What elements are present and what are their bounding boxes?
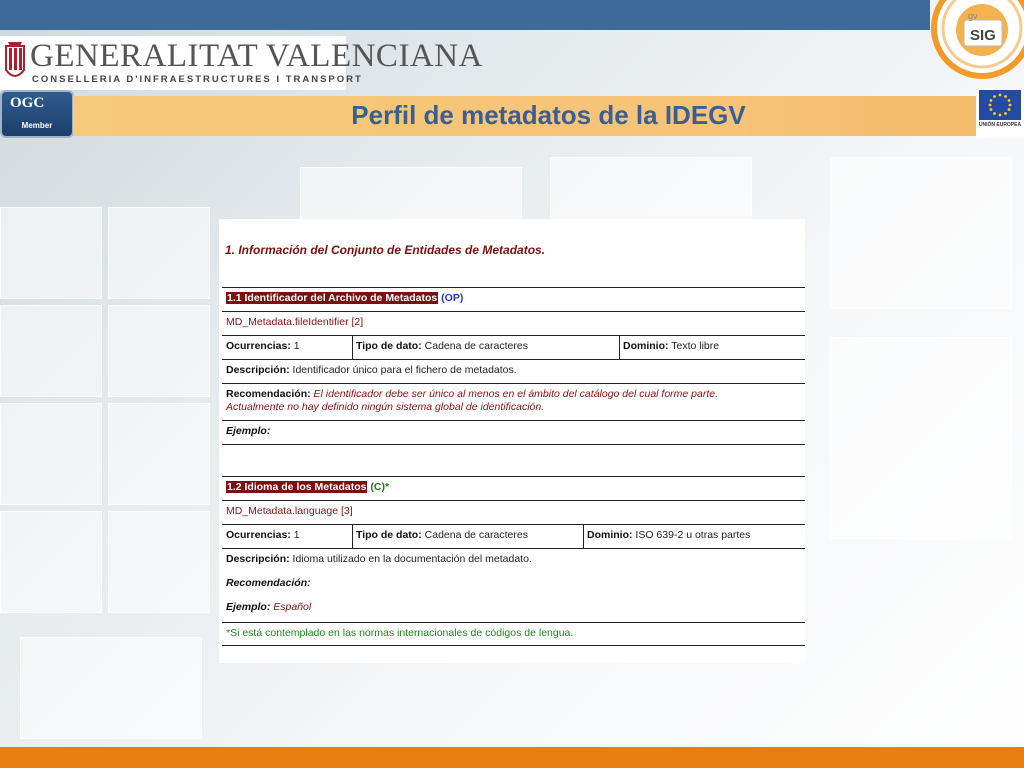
recomendacion-row: Recomendación: El identificador debe ser… [222,384,805,421]
tipo-label: Tipo de dato: [356,340,422,352]
eu-flag-icon [979,90,1021,120]
section-title-row: 1.1 Identificador del Archivo de Metadat… [222,288,805,312]
descripcion-value: Idioma utilizado en la documentación del… [292,553,532,565]
details-block: Descripción: Idioma utilizado en la docu… [222,549,805,646]
slide-title: Perfil de metadatos de la IDEGV [351,100,746,130]
ocurrencias-value: 1 [293,340,300,352]
descripcion-value: Identificador único para el fichero de m… [292,364,517,376]
gvsig-logo: gv SIG [930,0,1024,88]
eu-logo: UNIÓN EUROPEA [976,88,1024,138]
descripcion-label: Descripción: [226,553,290,565]
doc-heading: 1. Información del Conjunto de Entidades… [225,243,546,257]
metadata-path: MD_Metadata.language [3] [226,505,353,517]
metadata-path: MD_Metadata.fileIdentifier [2] [226,316,364,328]
properties-row: Ocurrencias: 1 Tipo de dato: Cadena de c… [222,525,805,549]
conselleria-subtitle: CONSELLERIA D'INFRAESTRUCTURES I TRANSPO… [32,74,363,85]
section-title-row: 1.2 Idioma de los Metadatos (C)* [222,477,805,501]
dominio-value: ISO 639-2 u otras partes [635,529,751,541]
ejemplo-value: Español [273,601,312,613]
tipo-value: Cadena de caracteres [424,529,528,541]
slide-title-band: Perfil de metadatos de la IDEGV [73,96,1024,136]
ocurrencias-label: Ocurrencias: [226,340,291,352]
ogc-label: OGC [10,95,45,111]
gvsig-top-text: gv [968,11,978,21]
recomendacion-label: Recomendación: [226,577,311,589]
metadata-document: 1. Información del Conjunto de Entidades… [219,219,805,663]
descripcion-label: Descripción: [226,364,290,376]
ejemplo-row: Ejemplo: [222,421,805,445]
recomendacion-value: El identificador debe ser único al menos… [313,388,719,400]
dominio-label: Dominio: [623,340,669,352]
bottom-color-bar [0,747,1024,768]
generalitat-logo: GENERALITAT VALENCIANA CONSELLERIA D'INF… [0,36,482,90]
gvsig-main-text: SIG [970,27,996,44]
tipo-label: Tipo de dato: [356,529,422,541]
section-title: 1.2 Idioma de los Metadatos [226,481,368,493]
recomendacion-value-2: Actualmente no hay definido ningún siste… [226,401,545,413]
dominio-label: Dominio: [587,529,633,541]
dominio-value: Texto libre [671,340,720,352]
generalitat-title: GENERALITAT VALENCIANA [30,38,483,74]
section-tag: (C)* [370,481,390,493]
ogc-member-label: Member [21,121,53,130]
recomendacion-label: Recomendación: [226,388,311,400]
descripcion-row: Descripción: Identificador único para el… [222,360,805,384]
ejemplo-label: Ejemplo: [226,425,271,437]
eu-label: UNIÓN EUROPEA [978,122,1022,128]
ogc-member-badge: OGC Member [0,90,74,138]
section-tag: (OP) [441,292,464,304]
top-color-bar [0,0,930,30]
nota-footnote: *Si está contemplado en las normas inter… [222,622,805,646]
path-row: MD_Metadata.fileIdentifier [2] [222,312,805,336]
ocurrencias-label: Ocurrencias: [226,529,291,541]
section-title: 1.1 Identificador del Archivo de Metadat… [226,292,439,304]
ejemplo-label: Ejemplo: [226,601,271,613]
section-1-2: 1.2 Idioma de los Metadatos (C)* MD_Meta… [222,476,805,647]
shield-icon [5,42,25,77]
tipo-value: Cadena de caracteres [424,340,528,352]
section-1-1: 1.1 Identificador del Archivo de Metadat… [222,287,805,445]
properties-row: Ocurrencias: 1 Tipo de dato: Cadena de c… [222,336,805,360]
path-row: MD_Metadata.language [3] [222,501,805,525]
ocurrencias-value: 1 [293,529,300,541]
